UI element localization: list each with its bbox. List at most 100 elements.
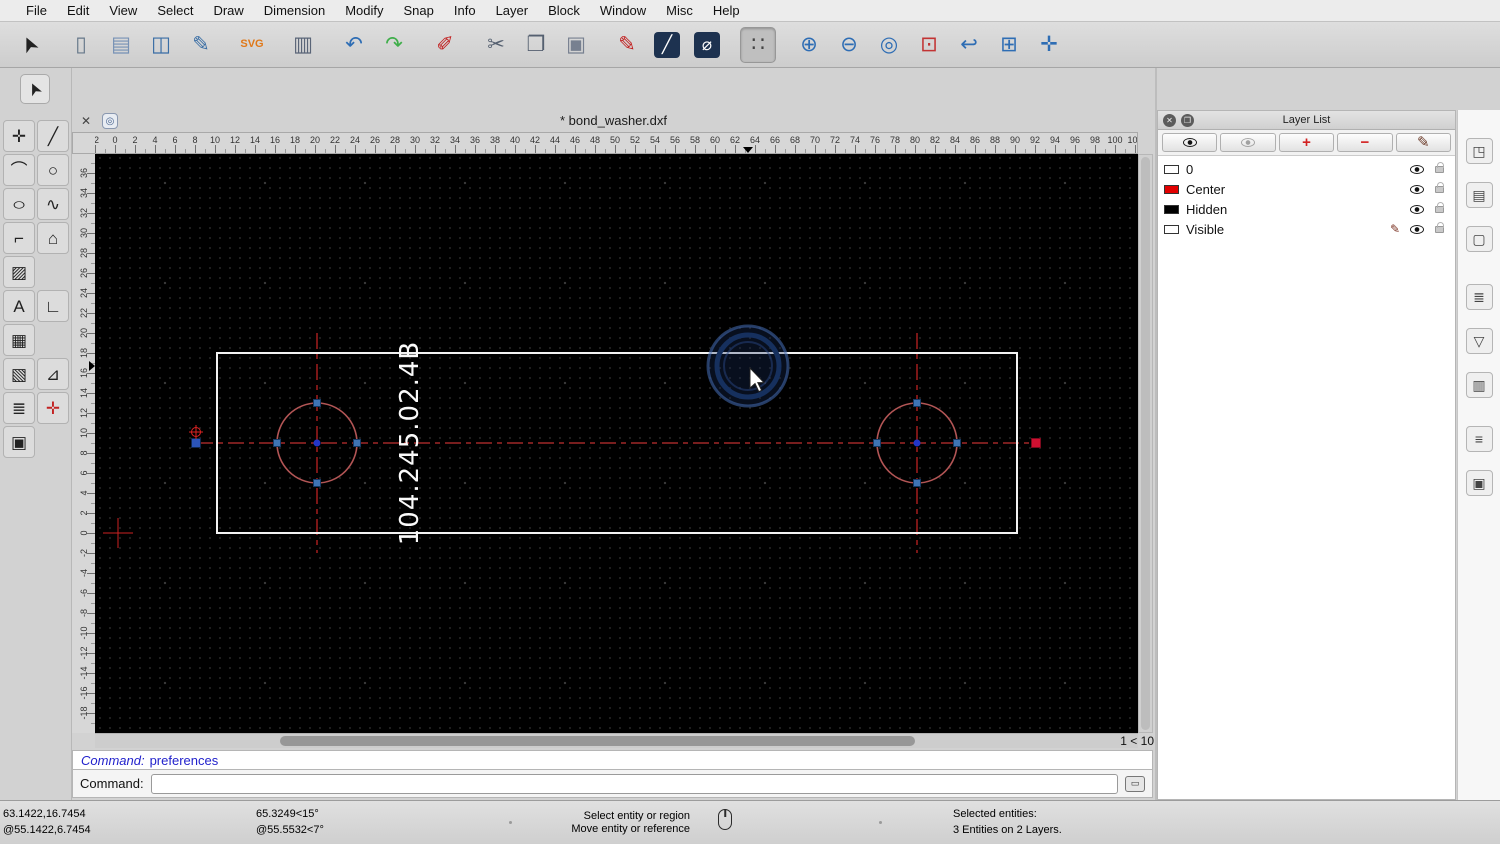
cut-button[interactable]: ✂ — [478, 27, 514, 63]
block-3d-tool[interactable]: ▣ — [3, 426, 35, 458]
pan-button[interactable]: ✛ — [1031, 27, 1067, 63]
menu-block[interactable]: Block — [538, 0, 590, 22]
layer-visibility-eye-icon[interactable] — [1410, 224, 1424, 234]
block-list-toggle[interactable]: ▢ — [1465, 226, 1493, 252]
zoom-out-button[interactable]: ⊖ — [831, 27, 867, 63]
layer-color-swatch[interactable] — [1164, 204, 1179, 214]
layer-visibility-eye-icon[interactable] — [1410, 204, 1424, 214]
zoom-window-button[interactable]: ⊞ — [991, 27, 1027, 63]
polyline-tool[interactable]: ⌐ — [3, 222, 35, 254]
circle-tool[interactable]: ○ — [37, 154, 69, 186]
hatch-edit-tool[interactable]: ▧ — [3, 358, 35, 390]
endpoint-handle-left[interactable] — [191, 438, 201, 448]
hatch-tool[interactable]: ▨ — [3, 256, 35, 288]
add-layer-button[interactable]: + — [1278, 133, 1335, 152]
menu-info[interactable]: Info — [444, 0, 486, 22]
filter-toggle[interactable]: ▽ — [1465, 328, 1493, 354]
menu-view[interactable]: View — [99, 0, 147, 22]
menu-file[interactable]: File — [16, 0, 57, 22]
layer-row-hidden[interactable]: Hidden — [1158, 199, 1455, 219]
layer-row-0[interactable]: 0 — [1158, 159, 1455, 179]
layer-panel-close-icon[interactable]: ✕ — [1163, 113, 1176, 127]
zoom-in-button[interactable]: ⊕ — [791, 27, 827, 63]
command-input[interactable] — [150, 773, 1118, 794]
snap-tool[interactable]: ✛ — [37, 392, 69, 424]
menu-window[interactable]: Window — [590, 0, 656, 22]
menu-edit[interactable]: Edit — [57, 0, 99, 22]
layer-row-center[interactable]: Center — [1158, 179, 1455, 199]
layer-lock-icon[interactable] — [1435, 221, 1444, 233]
undo-button[interactable]: ↶ — [336, 27, 372, 63]
layer-list-toggle[interactable]: ▤ — [1465, 182, 1493, 208]
command-line-toggle[interactable]: ≡ — [1465, 426, 1493, 452]
draw-order-tool[interactable]: ≣ — [3, 392, 35, 424]
endpoint-handle-right[interactable] — [1031, 438, 1041, 448]
pen-button[interactable]: ✎ — [609, 27, 645, 63]
arc-tool[interactable]: ⌒ — [3, 154, 35, 186]
menu-misc[interactable]: Misc — [656, 0, 703, 22]
show-all-layers-button[interactable] — [1162, 133, 1218, 152]
menu-dimension[interactable]: Dimension — [254, 0, 335, 22]
layer-row-visible[interactable]: Visible ✎ — [1158, 219, 1455, 239]
layer-color-swatch[interactable] — [1164, 164, 1179, 174]
menu-modify[interactable]: Modify — [335, 0, 393, 22]
save-button[interactable]: ◫ — [143, 27, 179, 63]
console-toggle-icon[interactable]: ▭ — [1125, 775, 1145, 792]
zoom-selected-button[interactable]: ⊡ — [911, 27, 947, 63]
zoom-previous-button[interactable]: ↩ — [951, 27, 987, 63]
layer-visibility-eye-icon[interactable] — [1410, 184, 1424, 194]
svg-export-button[interactable]: SVG — [234, 27, 270, 63]
delete-button[interactable]: ✐ — [427, 27, 463, 63]
save-as-button[interactable]: ✎ — [183, 27, 219, 63]
layer-lock-icon[interactable] — [1435, 161, 1444, 173]
redo-button[interactable]: ↷ — [376, 27, 412, 63]
remove-layer-button[interactable]: − — [1337, 133, 1393, 152]
paste-button[interactable]: ▣ — [558, 27, 594, 63]
menu-layer[interactable]: Layer — [486, 0, 539, 22]
select-tool-button[interactable]: ➤ — [20, 74, 50, 104]
layer-lock-icon[interactable] — [1435, 181, 1444, 193]
h-scrollbar-thumb[interactable] — [280, 736, 915, 746]
image-tool[interactable]: ▦ — [3, 324, 35, 356]
grid-toggle-button[interactable]: ∷ — [740, 26, 776, 63]
center-point-left[interactable] — [313, 439, 321, 447]
hide-all-layers-button[interactable] — [1220, 133, 1276, 152]
construction-toggle-button[interactable]: ⌀ — [689, 27, 725, 63]
layer-color-swatch[interactable] — [1164, 224, 1179, 234]
h-scrollbar[interactable] — [95, 733, 1138, 748]
select-arrow-button[interactable]: ➤ — [12, 27, 48, 63]
line-attributes-button[interactable]: ╱ — [649, 27, 685, 63]
center-point-right[interactable] — [913, 439, 921, 447]
polygon-tool[interactable]: ⌂ — [37, 222, 69, 254]
zoom-auto-button[interactable]: ◎ — [871, 27, 907, 63]
dimension-tool[interactable]: ∟ — [37, 290, 69, 322]
points-tool[interactable]: ✛ — [3, 120, 35, 152]
print-preview-button[interactable]: ▥ — [285, 27, 321, 63]
part-label-text[interactable]: 104.245.02.4B — [395, 341, 425, 546]
menu-draw[interactable]: Draw — [203, 0, 253, 22]
spline-tool[interactable]: ∿ — [37, 188, 69, 220]
text-tool[interactable]: A — [3, 290, 35, 322]
edit-layer-button[interactable]: ✎ — [1395, 133, 1452, 152]
pen-palette-toggle[interactable]: ▥ — [1465, 372, 1493, 398]
open-file-button[interactable]: ▤ — [103, 27, 139, 63]
layer-lock-icon[interactable] — [1435, 201, 1444, 213]
properties-panel-toggle[interactable]: ◳ — [1465, 138, 1493, 164]
library-browser-toggle[interactable]: ≣ — [1465, 284, 1493, 310]
v-scrollbar-thumb[interactable] — [1141, 157, 1150, 730]
clipboard-panel-toggle[interactable]: ▣ — [1465, 470, 1493, 496]
measure-tool[interactable]: ⊿ — [37, 358, 69, 390]
layer-panel-float-icon[interactable]: ❐ — [1181, 113, 1194, 127]
drawing-canvas[interactable]: 104.245.02.4B — [95, 154, 1138, 733]
layer-visibility-eye-icon[interactable] — [1410, 164, 1424, 174]
v-scrollbar[interactable] — [1138, 154, 1153, 733]
menu-select[interactable]: Select — [147, 0, 203, 22]
line-tool[interactable]: ╱ — [37, 120, 69, 152]
menu-help[interactable]: Help — [703, 0, 750, 22]
new-file-button[interactable]: ▯ — [63, 27, 99, 63]
layer-color-swatch[interactable] — [1164, 184, 1179, 194]
drawing-svg[interactable]: 104.245.02.4B — [95, 154, 1138, 733]
ellipse-tool[interactable]: ○ — [3, 188, 35, 220]
menu-snap[interactable]: Snap — [394, 0, 444, 22]
copy-button[interactable]: ❐ — [518, 27, 554, 63]
